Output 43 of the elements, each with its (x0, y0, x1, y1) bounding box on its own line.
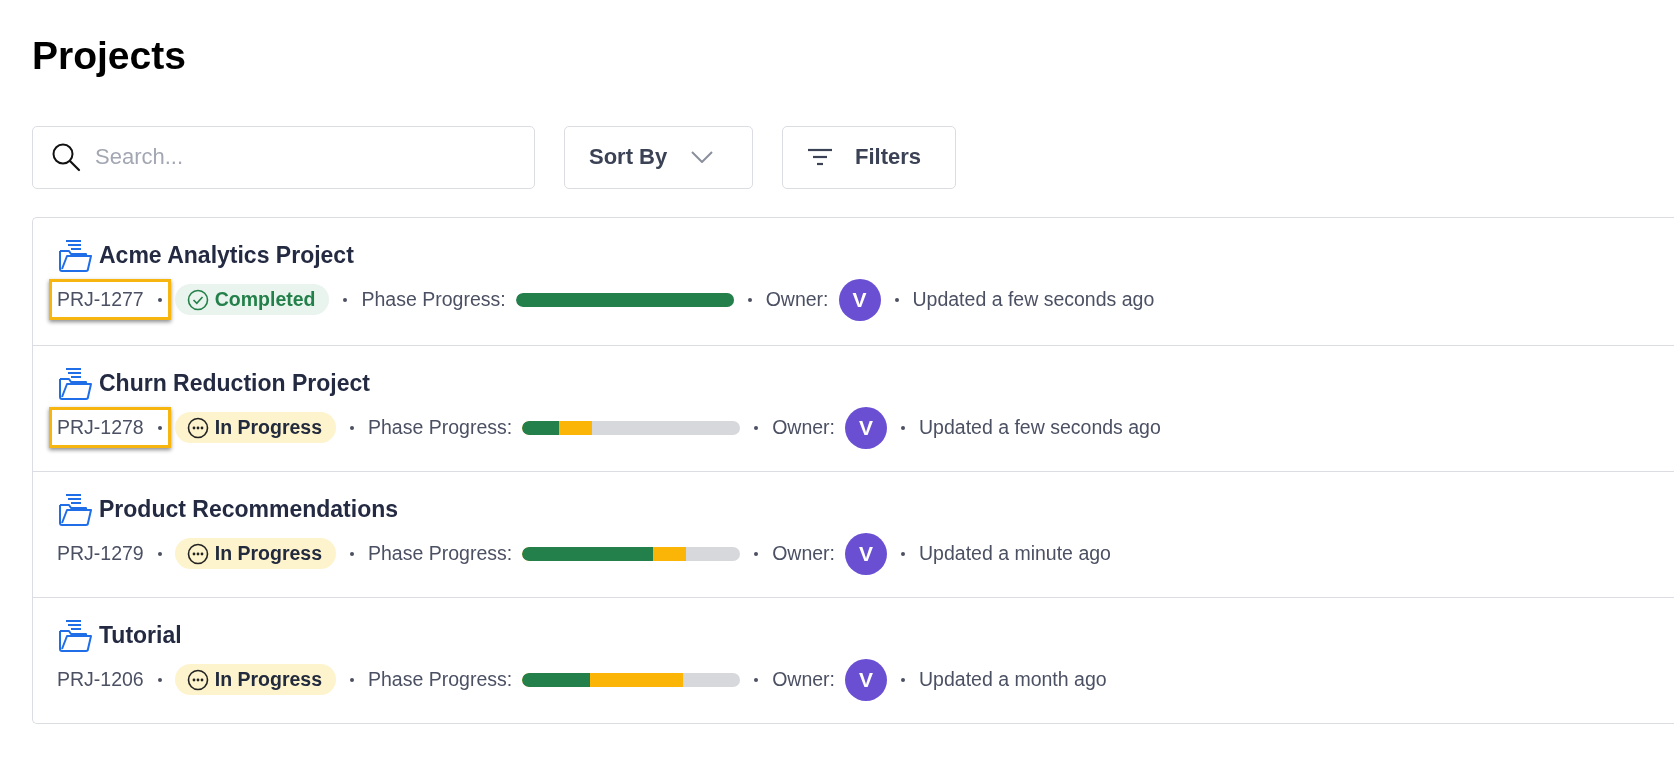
project-id: PRJ-1278 (49, 407, 171, 449)
folder-icon (57, 365, 93, 402)
check-circle-icon (186, 288, 209, 311)
project-id: PRJ-1206 (49, 659, 171, 701)
phase-progress-label: Phase Progress: (368, 416, 513, 440)
owner-label: Owner: (772, 542, 836, 566)
status-badge: In Progress (174, 664, 336, 696)
updated-time: Updated a few seconds ago (919, 416, 1161, 440)
project-name[interactable]: Tutorial (99, 622, 182, 650)
owner-label: Owner: (765, 288, 829, 312)
updated-time: Updated a few seconds ago (912, 288, 1155, 312)
search-field[interactable]: Search... (32, 125, 535, 189)
updated-time: Updated a month ago (919, 668, 1107, 692)
chevron-down-icon (691, 151, 714, 164)
phase-progress-label: Phase Progress: (368, 542, 513, 566)
project-id: PRJ-1279 (49, 533, 171, 575)
project-name[interactable]: Acme Analytics Project (99, 242, 354, 270)
page-title: Projects (32, 34, 187, 79)
status-badge: In Progress (174, 412, 336, 444)
ellipsis-circle-icon (186, 416, 209, 439)
folder-icon (57, 491, 93, 528)
filters-button[interactable]: Filters (782, 125, 956, 189)
owner-avatar: V (838, 278, 881, 321)
project-id: PRJ-1277 (49, 279, 171, 321)
owner-label: Owner: (772, 416, 836, 440)
ellipsis-circle-icon (186, 668, 209, 691)
search-icon (51, 142, 81, 173)
folder-icon (57, 237, 93, 274)
status-badge: In Progress (174, 538, 336, 570)
status-badge: Completed (174, 284, 330, 316)
phase-progress-label: Phase Progress: (368, 668, 513, 692)
phase-progress-label: Phase Progress: (361, 288, 506, 312)
updated-time: Updated a minute ago (919, 542, 1111, 566)
project-name[interactable]: Churn Reduction Project (99, 370, 370, 398)
owner-avatar: V (845, 532, 888, 575)
owner-label: Owner: (772, 668, 836, 692)
project-name[interactable]: Product Recommendations (99, 496, 399, 524)
filter-icon (807, 148, 833, 167)
owner-avatar: V (845, 406, 888, 449)
sort-button[interactable]: Sort By (564, 125, 753, 189)
owner-avatar: V (845, 658, 888, 701)
ellipsis-circle-icon (186, 542, 209, 565)
folder-icon (57, 617, 93, 654)
